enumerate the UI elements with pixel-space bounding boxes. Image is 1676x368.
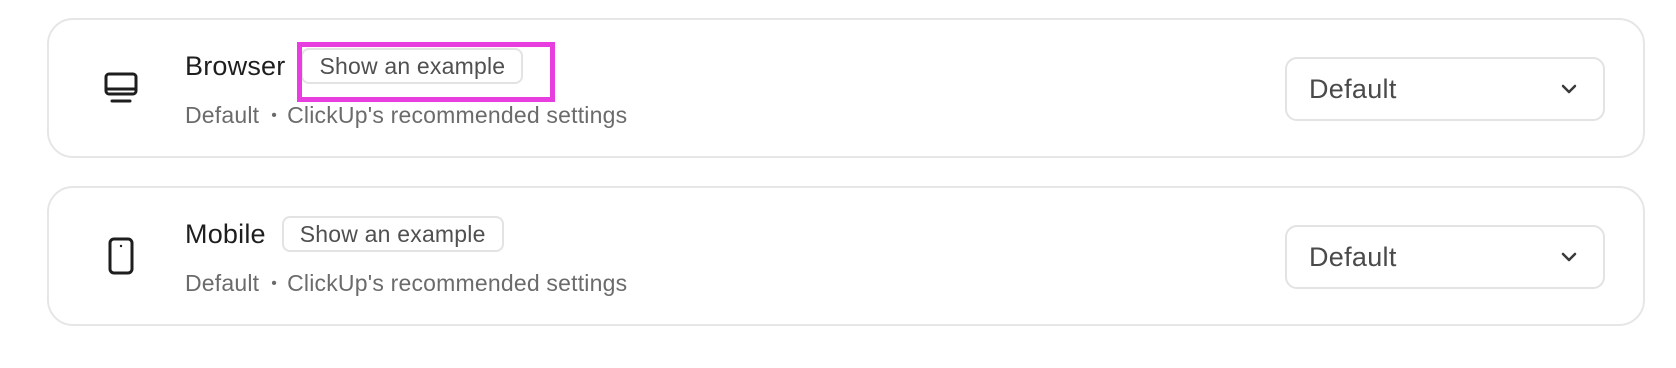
browser-setting-dropdown[interactable]: Default	[1285, 57, 1605, 121]
mobile-title: Mobile	[185, 218, 266, 249]
browser-status-label: Default	[185, 102, 260, 128]
browser-show-example-button[interactable]: Show an example	[301, 48, 524, 84]
mobile-setting-card: Mobile Show an example Default • ClickUp…	[47, 186, 1645, 326]
mobile-show-example-button[interactable]: Show an example	[281, 216, 504, 252]
browser-title-row: Browser Show an example	[185, 48, 524, 84]
browser-dropdown-value: Default	[1309, 73, 1397, 104]
separator-dot: •	[271, 274, 278, 292]
browser-setting-card: Browser Show an example Default • ClickU…	[47, 18, 1645, 158]
separator-dot: •	[271, 106, 278, 124]
browser-subtitle: Default • ClickUp's recommended settings	[185, 102, 627, 129]
mobile-status-label: Default	[185, 270, 260, 296]
browser-description: ClickUp's recommended settings	[287, 102, 628, 128]
mobile-dropdown-value: Default	[1309, 241, 1397, 272]
mobile-setting-dropdown[interactable]: Default	[1285, 225, 1605, 289]
mobile-subtitle: Default • ClickUp's recommended settings	[185, 270, 627, 297]
monitor-icon	[103, 70, 139, 106]
chevron-down-icon	[1559, 247, 1579, 267]
mobile-description: ClickUp's recommended settings	[287, 270, 628, 296]
mobile-phone-icon	[103, 237, 139, 275]
browser-title: Browser	[185, 50, 286, 81]
device-settings-panel: Browser Show an example Default • ClickU…	[0, 0, 1676, 368]
mobile-title-row: Mobile Show an example	[185, 216, 504, 252]
chevron-down-icon	[1559, 79, 1579, 99]
